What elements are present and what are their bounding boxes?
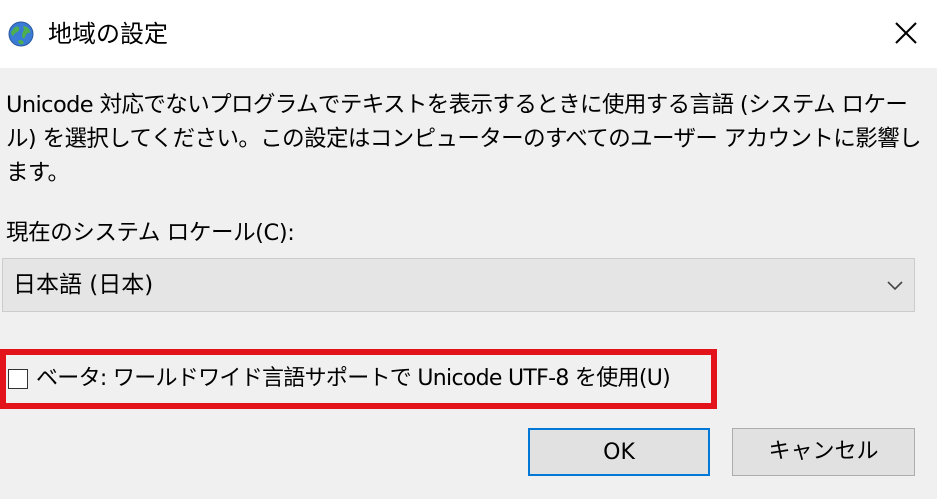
title-bar: 地域の設定 bbox=[0, 0, 937, 68]
window-title: 地域の設定 bbox=[48, 20, 168, 48]
system-locale-label: 現在のシステム ロケール(C): bbox=[6, 220, 295, 246]
cancel-button[interactable]: キャンセル bbox=[732, 428, 915, 476]
chevron-down-icon bbox=[887, 281, 903, 291]
ok-button[interactable]: OK bbox=[528, 428, 710, 476]
selected-locale-value: 日本語 (日本) bbox=[13, 272, 154, 298]
description-text: Unicode 対応でないプログラムでテキストを表示するときに使用する言語 (シ… bbox=[6, 92, 922, 186]
utf8-beta-checkbox[interactable] bbox=[8, 369, 28, 389]
close-icon bbox=[895, 22, 917, 44]
close-button[interactable] bbox=[878, 8, 934, 58]
globe-icon bbox=[6, 18, 36, 48]
region-settings-dialog: 地域の設定 Unicode 対応でないプログラムでテキストを表示するときに使用す… bbox=[0, 0, 937, 499]
utf8-beta-label[interactable]: ベータ: ワールドワイド言語サポートで Unicode UTF-8 を使用(U) bbox=[36, 362, 671, 396]
system-locale-select[interactable]: 日本語 (日本) bbox=[2, 258, 915, 312]
